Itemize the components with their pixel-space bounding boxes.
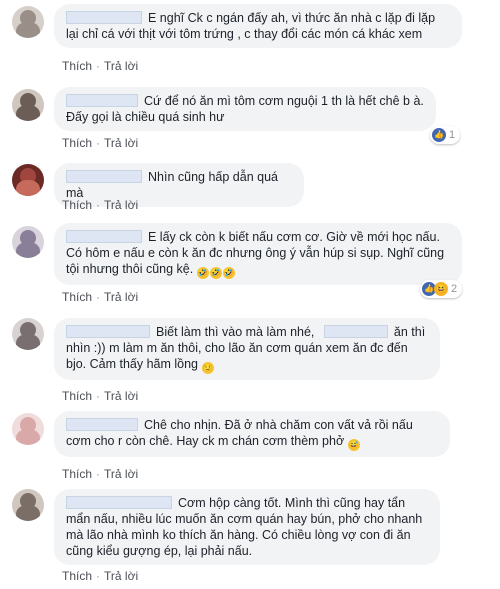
reply-link[interactable]: Trả lời <box>104 569 138 583</box>
reaction-badge[interactable]: 👍 1 <box>430 126 461 144</box>
emoji: 😏 <box>201 362 214 374</box>
reply-link[interactable]: Trả lời <box>104 198 138 212</box>
avatar[interactable] <box>12 6 44 38</box>
redacted-name[interactable] <box>66 418 138 431</box>
separator: · <box>96 389 101 403</box>
separator: · <box>96 198 101 212</box>
like-link[interactable]: Thích <box>62 198 92 212</box>
haha-icon: 😆 <box>434 282 448 296</box>
emoji: 😅 <box>347 439 360 451</box>
emoji: 🤣 <box>209 267 222 279</box>
separator: · <box>96 59 101 73</box>
reaction-count: 1 <box>449 129 456 141</box>
separator: · <box>96 569 101 583</box>
comment-bubble: Cơm hộp càng tốt. Mình thì cũng hay tẩn … <box>54 489 440 565</box>
like-link[interactable]: Thích <box>62 389 92 403</box>
reply-link[interactable]: Trả lời <box>104 389 138 403</box>
like-link[interactable]: Thích <box>62 59 92 73</box>
separator: · <box>96 467 101 481</box>
avatar[interactable] <box>12 164 44 196</box>
comment-bubble: Biết làm thì vào mà làm nhé, ăn thì nhìn… <box>54 318 440 380</box>
redacted-name[interactable] <box>66 11 142 24</box>
redacted-name[interactable] <box>66 94 138 107</box>
like-icon: 👍 <box>432 128 446 142</box>
like-link[interactable]: Thích <box>62 290 92 304</box>
like-link[interactable]: Thích <box>62 136 92 150</box>
redacted-name[interactable] <box>323 325 388 338</box>
like-link[interactable]: Thích <box>62 569 92 583</box>
comment-bubble: E nghĩ Ck c ngán đấy ah, vì thức ăn nhà … <box>54 4 462 48</box>
reply-link[interactable]: Trả lời <box>104 59 138 73</box>
comment-bubble: Cứ để nó ăn mì tôm cơm nguội 1 th là hết… <box>54 87 436 131</box>
avatar[interactable] <box>12 489 44 521</box>
avatar[interactable] <box>12 89 44 121</box>
separator: · <box>96 136 101 150</box>
emoji: 🤣 <box>196 267 209 279</box>
like-link[interactable]: Thích <box>62 467 92 481</box>
redacted-name[interactable] <box>66 170 142 183</box>
separator: · <box>96 290 101 304</box>
avatar[interactable] <box>12 413 44 445</box>
redacted-name[interactable] <box>66 496 172 509</box>
redacted-name[interactable] <box>66 230 142 243</box>
reply-link[interactable]: Trả lời <box>104 290 138 304</box>
comment-bubble: E lấy ck còn k biết nấu cơm cơ. Giờ về m… <box>54 223 462 285</box>
redacted-name[interactable] <box>66 325 150 338</box>
emoji: 🤣 <box>222 267 235 279</box>
avatar[interactable] <box>12 226 44 258</box>
reply-link[interactable]: Trả lời <box>104 136 138 150</box>
reply-link[interactable]: Trả lời <box>104 467 138 481</box>
comment-text: Biết làm thì vào mà làm nhé, <box>156 325 315 339</box>
reaction-badge[interactable]: 👍 😆 2 <box>420 280 463 298</box>
reaction-count: 2 <box>451 283 458 295</box>
comment-bubble: Chê cho nhịn. Đã ở nhà chăm con vất vả r… <box>54 411 450 457</box>
avatar[interactable] <box>12 318 44 350</box>
